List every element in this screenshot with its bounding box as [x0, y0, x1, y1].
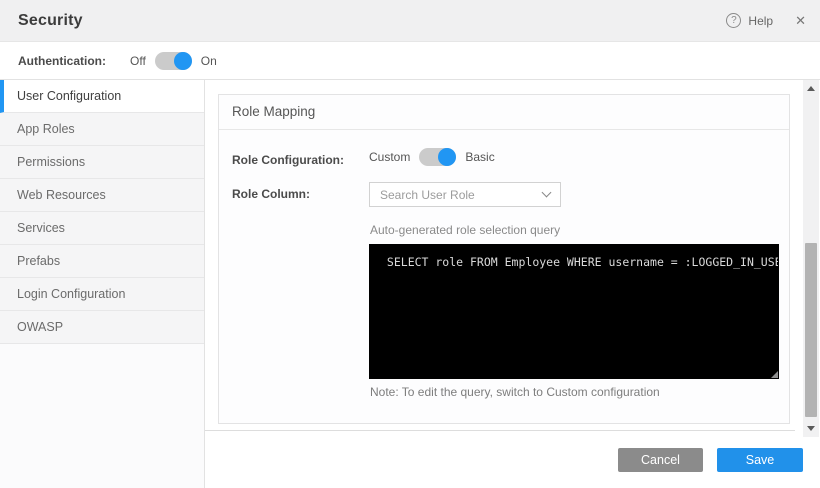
page-title: Security	[18, 12, 83, 30]
sidebar-item-prefabs[interactable]: Prefabs	[0, 245, 204, 278]
sidebar-item-owasp[interactable]: OWASP	[0, 311, 204, 344]
footer-divider	[205, 430, 795, 431]
save-button[interactable]: Save	[717, 448, 803, 472]
window-header: Security ? Help ✕	[0, 0, 820, 42]
authentication-toggle[interactable]	[155, 52, 192, 70]
main-content: Role Mapping Role Configuration: Custom …	[205, 80, 820, 488]
role-configuration-toggle[interactable]	[419, 148, 456, 166]
sidebar-item-web-resources[interactable]: Web Resources	[0, 179, 204, 212]
role-mapping-panel: Role Mapping Role Configuration: Custom …	[218, 94, 790, 424]
role-column-placeholder: Search User Role	[380, 188, 543, 202]
cancel-button[interactable]: Cancel	[618, 448, 703, 472]
authentication-on-label: On	[201, 54, 217, 68]
role-mapping-title: Role Mapping	[219, 95, 789, 130]
role-configuration-custom-label: Custom	[369, 150, 410, 164]
scrollbar-thumb[interactable]	[805, 243, 817, 417]
sidebar-item-user-configuration[interactable]: User Configuration	[0, 80, 204, 113]
toggle-knob-icon	[174, 52, 192, 70]
role-selection-query-textarea[interactable]	[369, 244, 779, 379]
header-actions: ? Help ✕	[726, 13, 806, 28]
sidebar-item-app-roles[interactable]: App Roles	[0, 113, 204, 146]
sidebar-item-permissions[interactable]: Permissions	[0, 146, 204, 179]
chevron-down-icon	[542, 188, 552, 198]
query-label: Auto-generated role selection query	[370, 223, 560, 237]
role-column-select[interactable]: Search User Role	[369, 182, 561, 207]
toggle-knob-icon	[438, 148, 456, 166]
authentication-label: Authentication:	[18, 54, 106, 68]
role-configuration-control: Custom Basic	[369, 148, 495, 166]
authentication-row: Authentication: Off On	[0, 42, 820, 80]
vertical-scrollbar[interactable]	[803, 80, 819, 437]
help-icon[interactable]: ?	[726, 13, 741, 28]
close-icon[interactable]: ✕	[795, 14, 806, 27]
sidebar-item-services[interactable]: Services	[0, 212, 204, 245]
role-configuration-label: Role Configuration:	[232, 153, 344, 167]
query-note: Note: To edit the query, switch to Custo…	[370, 385, 660, 399]
role-column-label: Role Column:	[232, 187, 310, 201]
role-configuration-basic-label: Basic	[465, 150, 494, 164]
authentication-off-label: Off	[130, 54, 146, 68]
scroll-down-icon[interactable]	[803, 422, 819, 435]
sidebar-item-login-configuration[interactable]: Login Configuration	[0, 278, 204, 311]
security-sidebar: User Configuration App Roles Permissions…	[0, 80, 205, 488]
scroll-up-icon[interactable]	[803, 82, 819, 95]
help-button[interactable]: Help	[748, 14, 773, 28]
